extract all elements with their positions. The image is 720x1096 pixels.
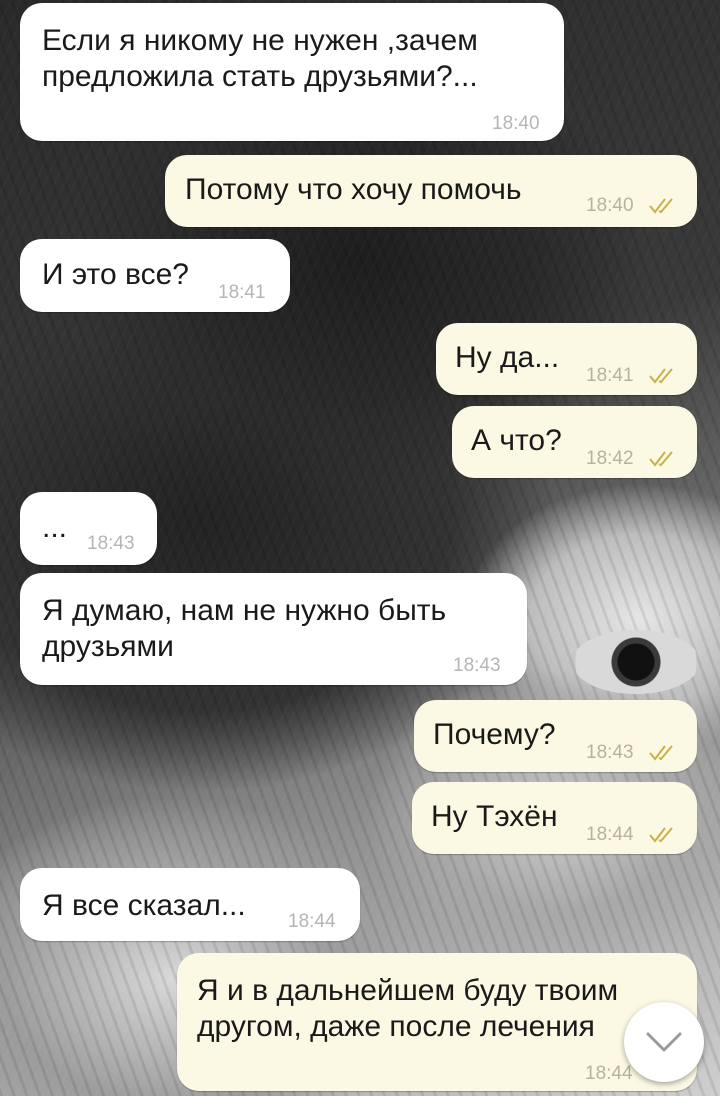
message-text: Я и в дальнейшем буду твоим другом, даже… xyxy=(197,974,619,1043)
double-check-icon xyxy=(649,198,673,214)
message-time: 18:43 xyxy=(453,655,501,676)
message-text: ... xyxy=(42,511,68,544)
message-time: 18:43 xyxy=(87,533,135,554)
message-bubble-incoming[interactable]: Я все сказал... 18:44 xyxy=(20,868,360,941)
message-list[interactable]: Если я никому не нужен ,зачем предложила… xyxy=(0,0,720,1096)
message-time: 18:41 xyxy=(218,282,266,303)
message-time: 18:44 xyxy=(586,824,634,845)
chevron-down-icon xyxy=(646,1032,682,1052)
message-time: 18:40 xyxy=(586,195,634,216)
message-time: 18:43 xyxy=(586,742,634,763)
message-bubble-outgoing[interactable]: Я и в дальнейшем буду твоим другом, даже… xyxy=(177,953,697,1091)
message-text: Если я никому не нужен ,зачем предложила… xyxy=(42,24,478,93)
message-bubble-outgoing[interactable]: Потому что хочу помочь 18:40 xyxy=(165,155,697,227)
double-check-icon xyxy=(649,368,673,384)
message-bubble-incoming[interactable]: Я думаю, нам не нужно быть друзьями 18:4… xyxy=(20,573,527,685)
message-time: 18:42 xyxy=(586,448,634,469)
message-bubble-outgoing[interactable]: Почему? 18:43 xyxy=(414,700,697,772)
scroll-to-bottom-button[interactable] xyxy=(624,1002,704,1082)
message-bubble-outgoing[interactable]: Ну Тэхён 18:44 xyxy=(412,782,697,854)
message-bubble-outgoing[interactable]: А что? 18:42 xyxy=(452,406,697,478)
message-text: А что? xyxy=(471,424,562,457)
message-text: И это все? xyxy=(42,258,189,291)
message-text: Потому что хочу помочь xyxy=(185,173,522,206)
double-check-icon xyxy=(649,827,673,843)
double-check-icon xyxy=(649,451,673,467)
message-text: Почему? xyxy=(433,718,556,751)
message-bubble-incoming[interactable]: И это все? 18:41 xyxy=(20,239,290,312)
message-time: 18:41 xyxy=(586,365,634,386)
message-text: Ну Тэхён xyxy=(431,800,558,833)
message-text: Я все сказал... xyxy=(42,889,246,922)
message-bubble-incoming[interactable]: Если я никому не нужен ,зачем предложила… xyxy=(20,3,564,141)
message-text: Ну да... xyxy=(455,341,560,374)
message-text: Я думаю, нам не нужно быть друзьями xyxy=(42,594,447,663)
message-bubble-outgoing[interactable]: Ну да... 18:41 xyxy=(436,323,697,395)
message-time: 18:40 xyxy=(492,113,540,134)
double-check-icon xyxy=(649,745,673,761)
message-bubble-incoming[interactable]: ... 18:43 xyxy=(20,492,157,565)
message-time: 18:44 xyxy=(288,911,336,932)
